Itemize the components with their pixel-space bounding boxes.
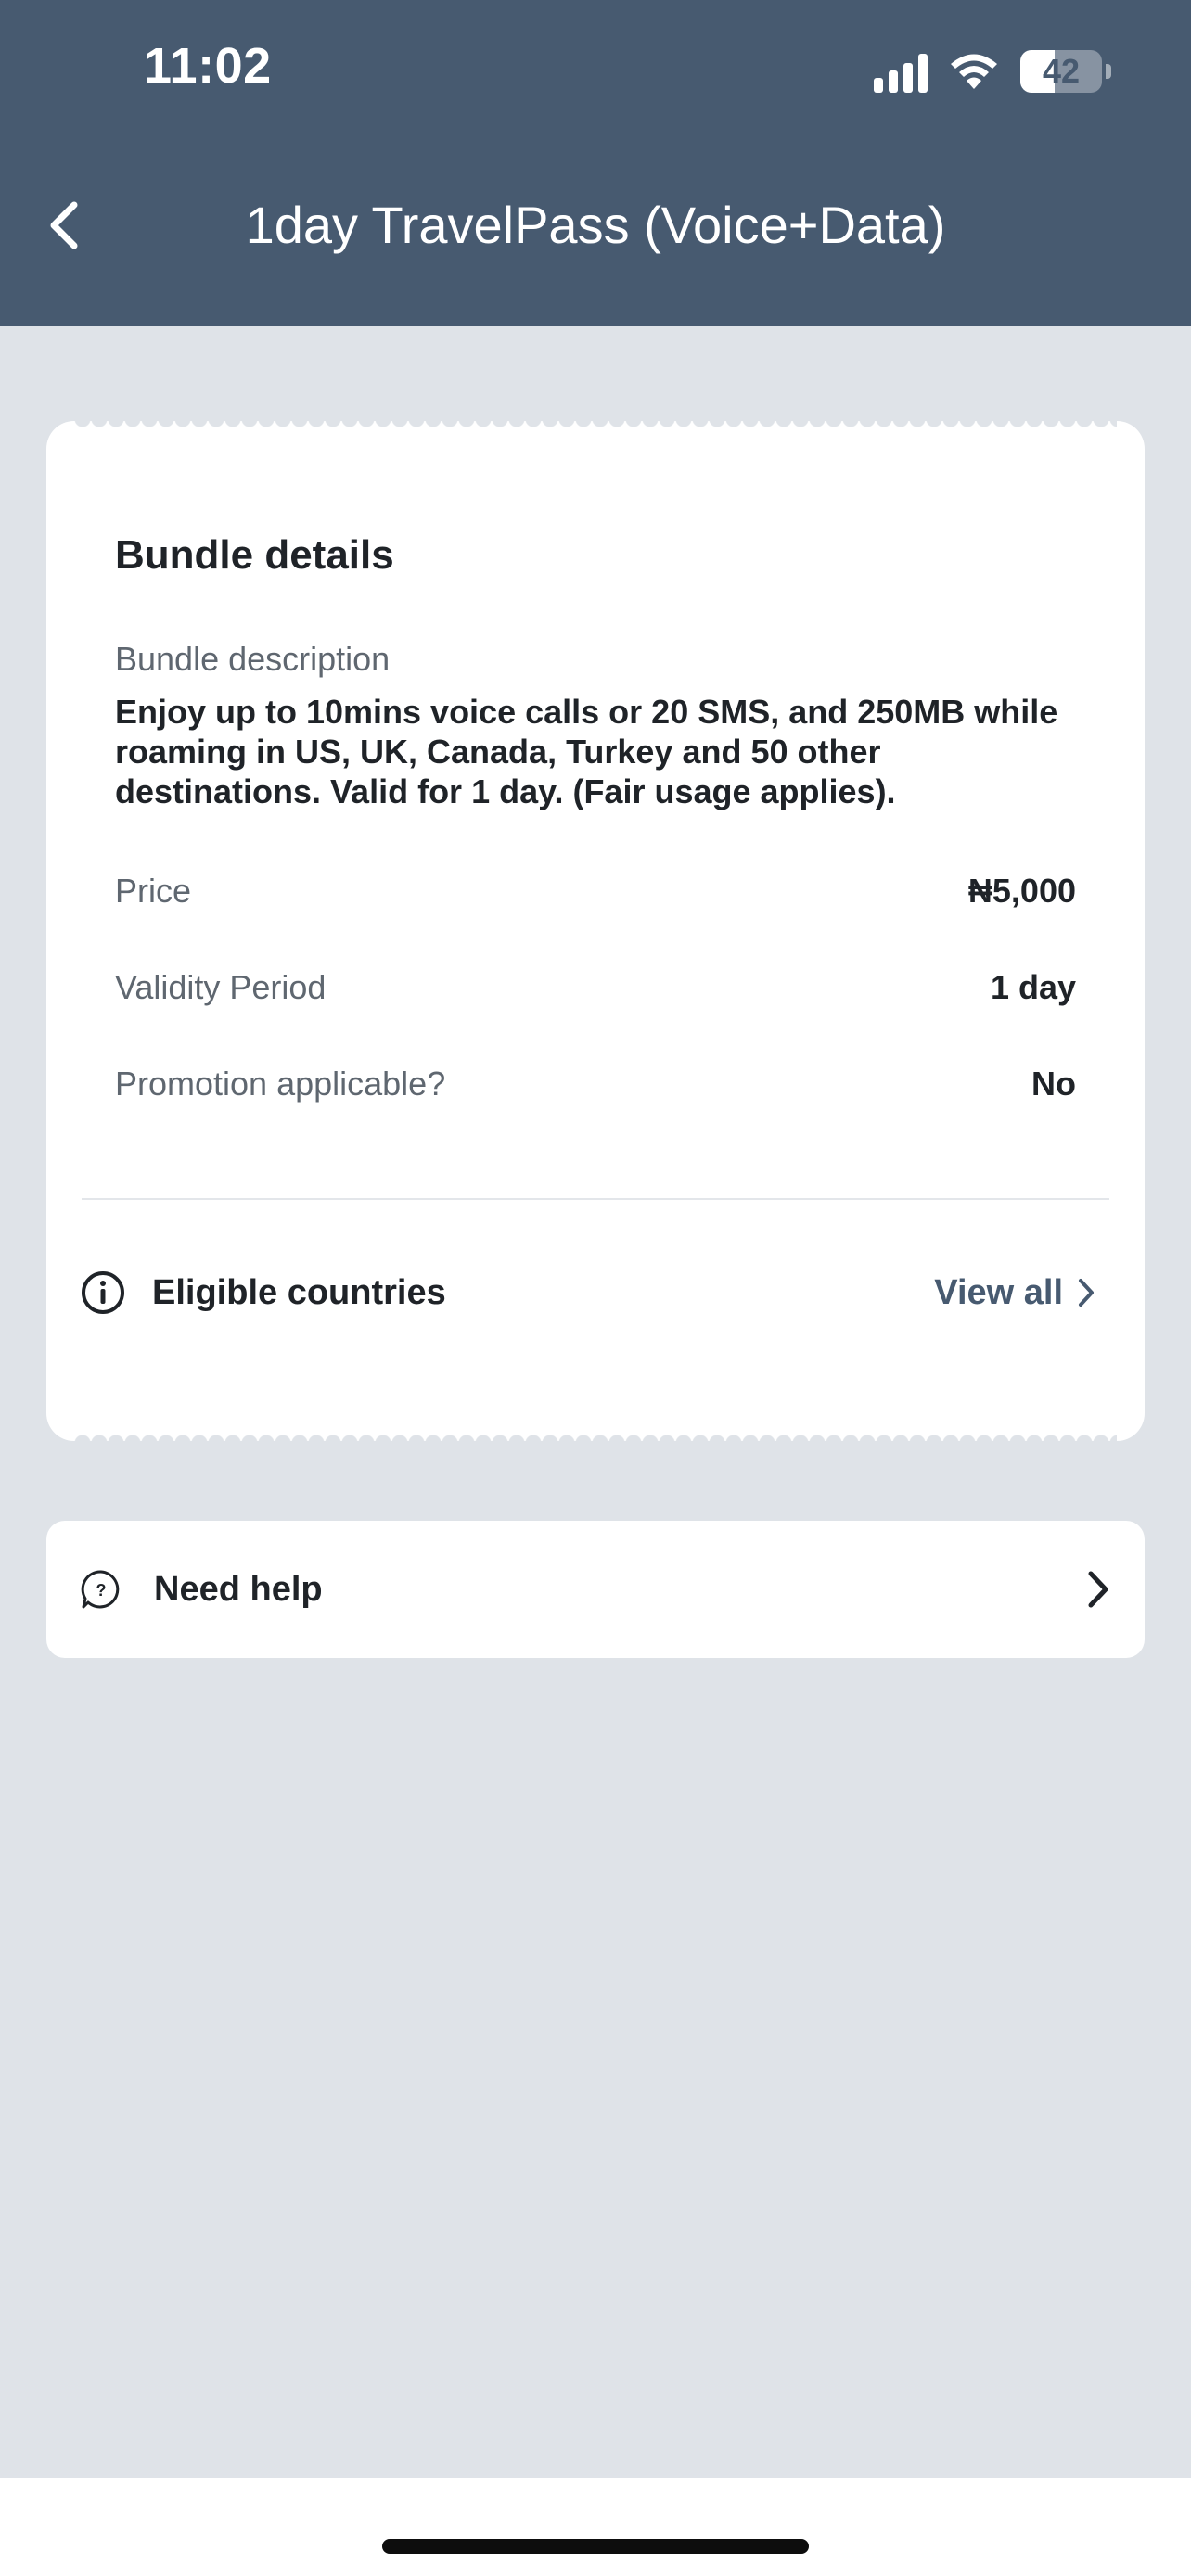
status-time: 11:02: [144, 38, 272, 94]
status-icons: 42: [874, 46, 1111, 96]
promotion-row: Promotion applicable? No: [115, 1061, 1076, 1107]
back-button[interactable]: [35, 193, 91, 258]
chevron-right-icon: [1079, 1279, 1094, 1307]
chevron-left-icon: [50, 201, 78, 249]
help-chat-icon: ?: [81, 1570, 120, 1609]
signal-icon: [874, 50, 928, 93]
promotion-value: No: [1031, 1065, 1076, 1103]
view-all-label: View all: [934, 1272, 1063, 1312]
promotion-label: Promotion applicable?: [115, 1065, 446, 1103]
validity-row: Validity Period 1 day: [115, 964, 1076, 1011]
price-label: Price: [115, 872, 192, 910]
scallop-edge-top: [74, 419, 1117, 430]
info-icon: [82, 1271, 124, 1314]
need-help-button[interactable]: ? Need help: [46, 1521, 1145, 1658]
scallop-edge-bottom: [74, 1432, 1117, 1443]
validity-value: 1 day: [990, 968, 1076, 1006]
home-indicator-area: [0, 2478, 1191, 2576]
bundle-details-card: Bundle details Bundle description Enjoy …: [46, 419, 1145, 1443]
bundle-description-text: Enjoy up to 10mins voice calls or 20 SMS…: [115, 693, 1058, 810]
svg-text:?: ?: [96, 1581, 107, 1600]
battery-level: 42: [1042, 52, 1081, 90]
page-title: 1day TravelPass (Voice+Data): [245, 196, 946, 254]
wifi-icon: [951, 54, 997, 89]
bundle-description-label: Bundle description: [115, 640, 391, 678]
app-header: 11:02 42 1day TravelPass (Voice+Data): [0, 0, 1191, 326]
validity-label: Validity Period: [115, 968, 327, 1006]
need-help-label: Need help: [154, 1569, 323, 1609]
price-row: Price ₦5,000: [115, 868, 1076, 914]
home-indicator[interactable]: [382, 2539, 809, 2554]
eligible-countries-label: Eligible countries: [152, 1272, 446, 1312]
price-value: ₦5,000: [967, 872, 1076, 910]
divider: [82, 1198, 1109, 1200]
chevron-right-icon: [1088, 1571, 1108, 1608]
eligible-countries-row[interactable]: Eligible countries View all: [80, 1256, 1096, 1330]
battery-icon: 42: [1020, 50, 1111, 93]
view-all-link[interactable]: View all: [934, 1273, 1096, 1313]
bundle-details-title: Bundle details: [115, 532, 394, 578]
